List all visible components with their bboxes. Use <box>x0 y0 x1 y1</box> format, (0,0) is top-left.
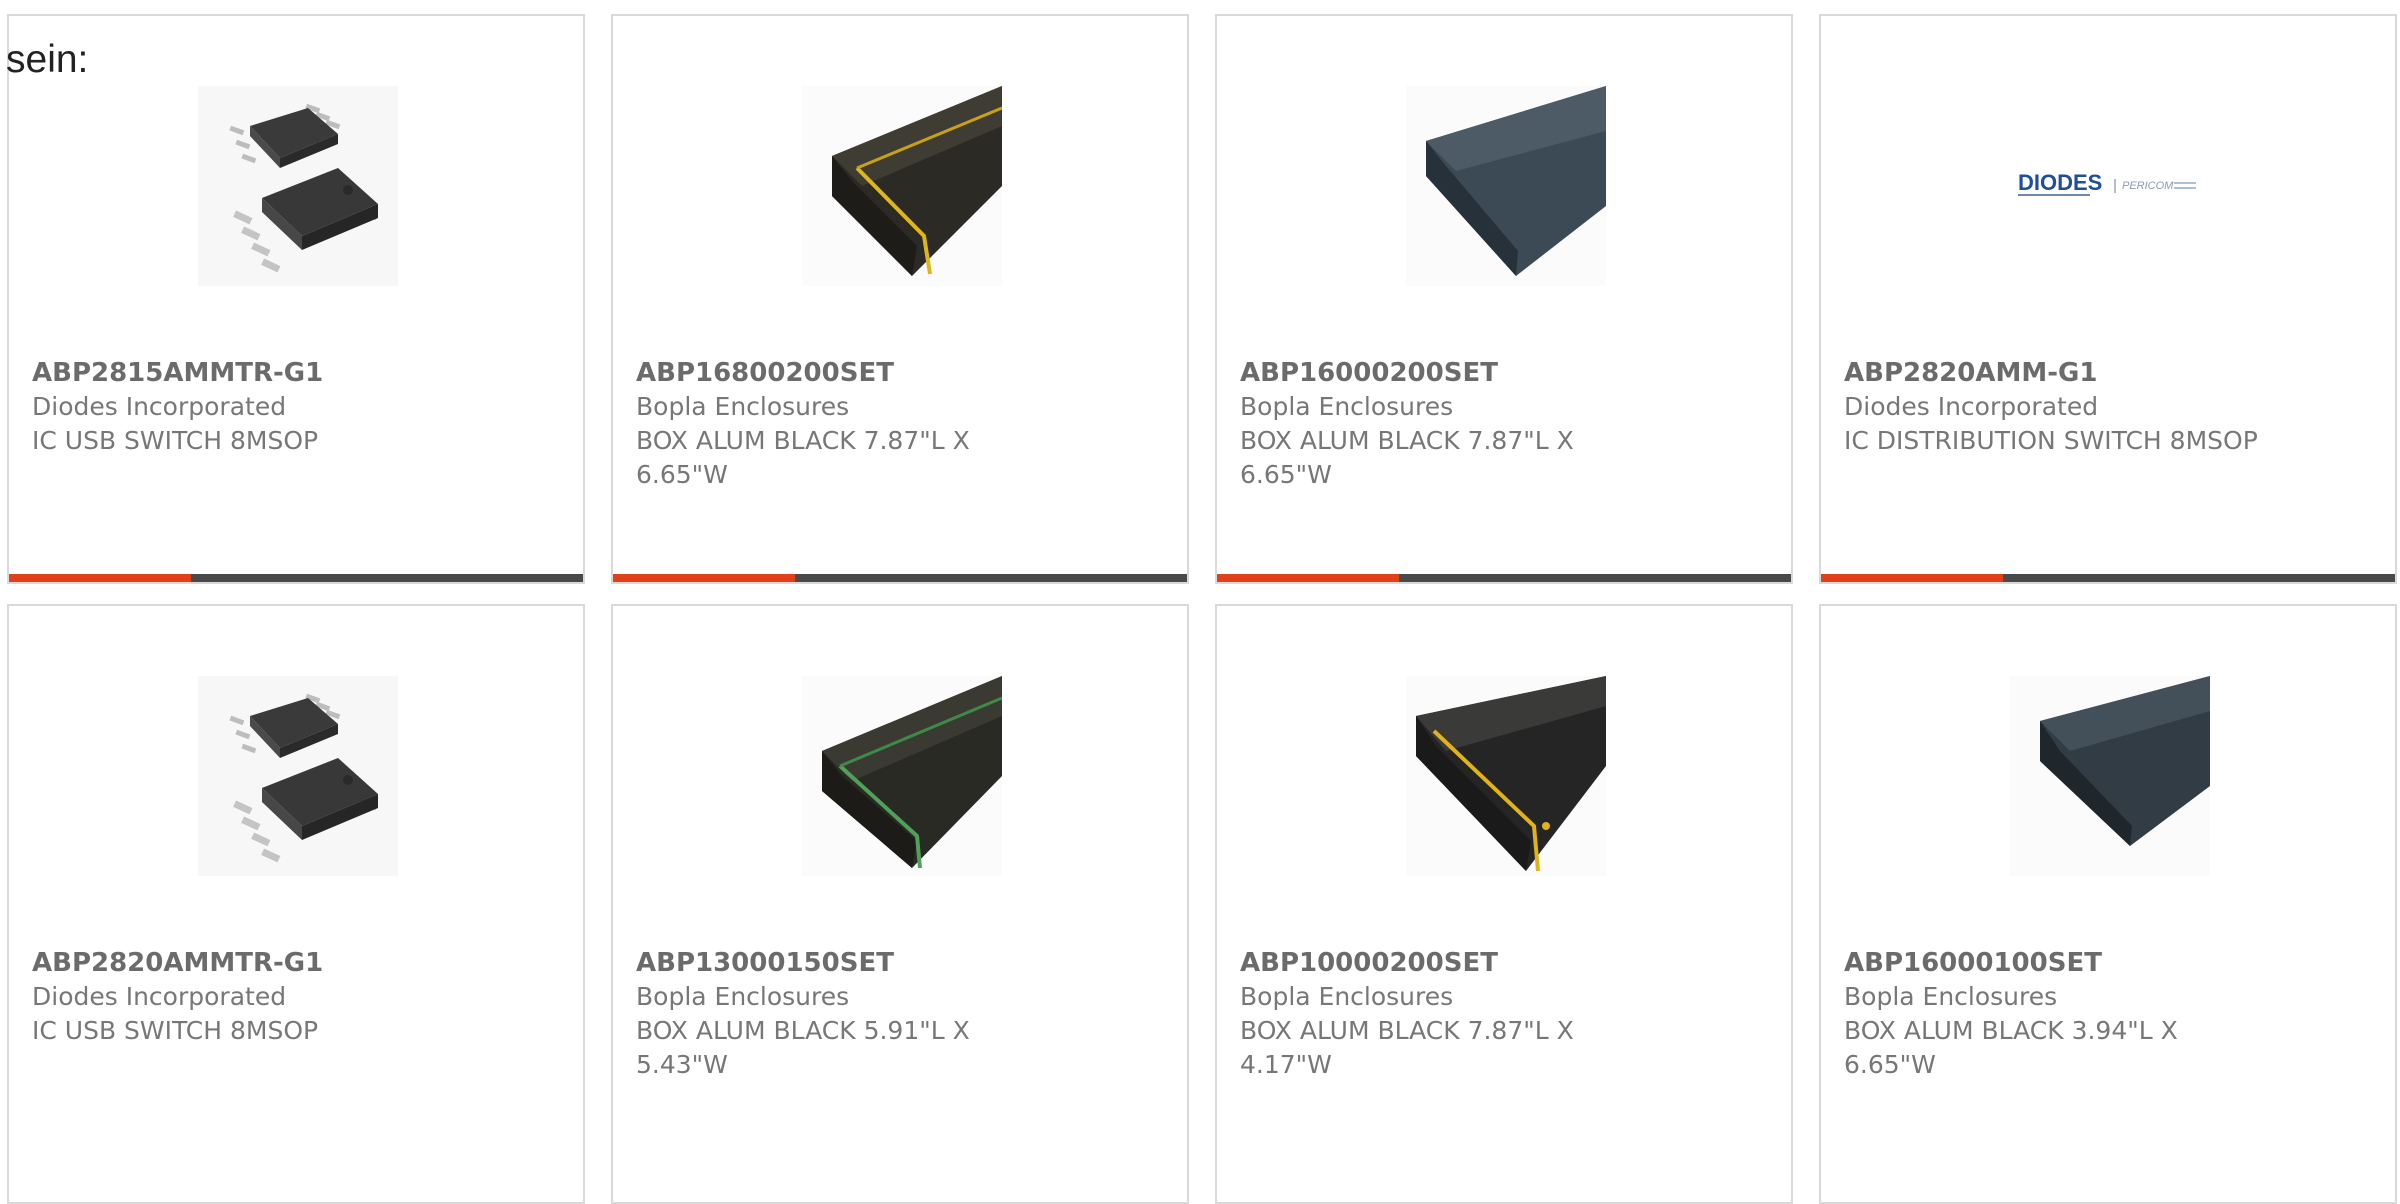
product-info: ABP16000200SET Bopla Enclosures BOX ALUM… <box>1240 356 1660 492</box>
part-number-link[interactable]: ABP16800200SET <box>636 356 1056 390</box>
product-info: ABP2820AMMTR-G1 Diodes Incorporated IC U… <box>32 946 452 1048</box>
manufacturer-name: Bopla Enclosures <box>1240 392 1454 421</box>
product-info: ABP13000150SET Bopla Enclosures BOX ALUM… <box>636 946 1056 1082</box>
product-card[interactable]: ABP16000200SET Bopla Enclosures BOX ALUM… <box>1215 14 1793 584</box>
product-card[interactable]: ABP16800200SET Bopla Enclosures BOX ALUM… <box>611 14 1189 584</box>
card-footer-accent <box>1217 574 1399 582</box>
product-info: ABP16800200SET Bopla Enclosures BOX ALUM… <box>636 356 1056 492</box>
part-number-link[interactable]: ABP10000200SET <box>1240 946 1660 980</box>
product-card[interactable]: ABP2820AMMTR-G1 Diodes Incorporated IC U… <box>7 604 585 1204</box>
product-description: IC DISTRIBUTION SWITCH 8MSOP <box>1844 426 2258 455</box>
enclosure-yellow-seal-icon <box>1406 676 1606 876</box>
part-number-link[interactable]: ABP16000100SET <box>1844 946 2264 980</box>
product-description: IC USB SWITCH 8MSOP <box>32 426 319 455</box>
logo-brand-text: DIODES <box>2018 170 2102 195</box>
manufacturer-name: Bopla Enclosures <box>1240 982 1454 1011</box>
ic-chip-icon <box>198 676 398 876</box>
part-number-link[interactable]: ABP13000150SET <box>636 946 1056 980</box>
card-footer-accent <box>9 574 191 582</box>
product-info: ABP10000200SET Bopla Enclosures BOX ALUM… <box>1240 946 1660 1082</box>
card-footer-accent <box>1821 574 2003 582</box>
part-number-link[interactable]: ABP2820AMM-G1 <box>1844 356 2264 390</box>
product-card[interactable]: ABP2815AMMTR-G1 Diodes Incorporated IC U… <box>7 14 585 584</box>
product-card[interactable]: ABP10000200SET Bopla Enclosures BOX ALUM… <box>1215 604 1793 1204</box>
part-number-link[interactable]: ABP2815AMMTR-G1 <box>32 356 452 390</box>
manufacturer-name: Diodes Incorporated <box>1844 392 2099 421</box>
product-description: BOX ALUM BLACK 7.87"L X 6.65"W <box>636 426 970 489</box>
enclosure-yellow-seal-icon <box>802 86 1002 286</box>
manufacturer-name: Bopla Enclosures <box>636 982 850 1011</box>
product-description: BOX ALUM BLACK 5.91"L X 5.43"W <box>636 1016 970 1079</box>
card-footer-bar <box>1821 574 2395 582</box>
intro-text: sein: <box>6 38 89 81</box>
enclosure-slate-icon <box>1406 86 1606 286</box>
product-description: IC USB SWITCH 8MSOP <box>32 1016 319 1045</box>
logo-sub-text: PERICOM <box>2122 180 2174 192</box>
manufacturer-name: Bopla Enclosures <box>1844 982 2058 1011</box>
card-footer-accent <box>613 574 795 582</box>
product-description: BOX ALUM BLACK 3.94"L X 6.65"W <box>1844 1016 2178 1079</box>
card-footer-bar <box>9 574 583 582</box>
manufacturer-name: Diodes Incorporated <box>32 392 287 421</box>
product-info: ABP2820AMM-G1 Diodes Incorporated IC DIS… <box>1844 356 2264 458</box>
product-description: BOX ALUM BLACK 7.87"L X 6.65"W <box>1240 426 1574 489</box>
diodes-logo-icon: DIODES PERICOM <box>2010 86 2210 286</box>
ic-chip-icon <box>198 86 398 286</box>
product-info: ABP2815AMMTR-G1 Diodes Incorporated IC U… <box>32 356 452 458</box>
manufacturer-name: Bopla Enclosures <box>636 392 850 421</box>
card-footer-bar <box>613 574 1187 582</box>
product-card[interactable]: DIODES PERICOM ABP2820AMM-G1 Diodes Inco… <box>1819 14 2397 584</box>
manufacturer-name: Diodes Incorporated <box>32 982 287 1011</box>
card-footer-bar <box>1217 574 1791 582</box>
enclosure-green-seal-icon <box>802 676 1002 876</box>
part-number-link[interactable]: ABP16000200SET <box>1240 356 1660 390</box>
part-number-link[interactable]: ABP2820AMMTR-G1 <box>32 946 452 980</box>
product-card[interactable]: ABP16000100SET Bopla Enclosures BOX ALUM… <box>1819 604 2397 1204</box>
product-description: BOX ALUM BLACK 7.87"L X 4.17"W <box>1240 1016 1574 1079</box>
product-grid: ABP2815AMMTR-G1 Diodes Incorporated IC U… <box>7 14 2400 1204</box>
product-card[interactable]: ABP13000150SET Bopla Enclosures BOX ALUM… <box>611 604 1189 1204</box>
product-info: ABP16000100SET Bopla Enclosures BOX ALUM… <box>1844 946 2264 1082</box>
enclosure-slate-icon <box>2010 676 2210 876</box>
